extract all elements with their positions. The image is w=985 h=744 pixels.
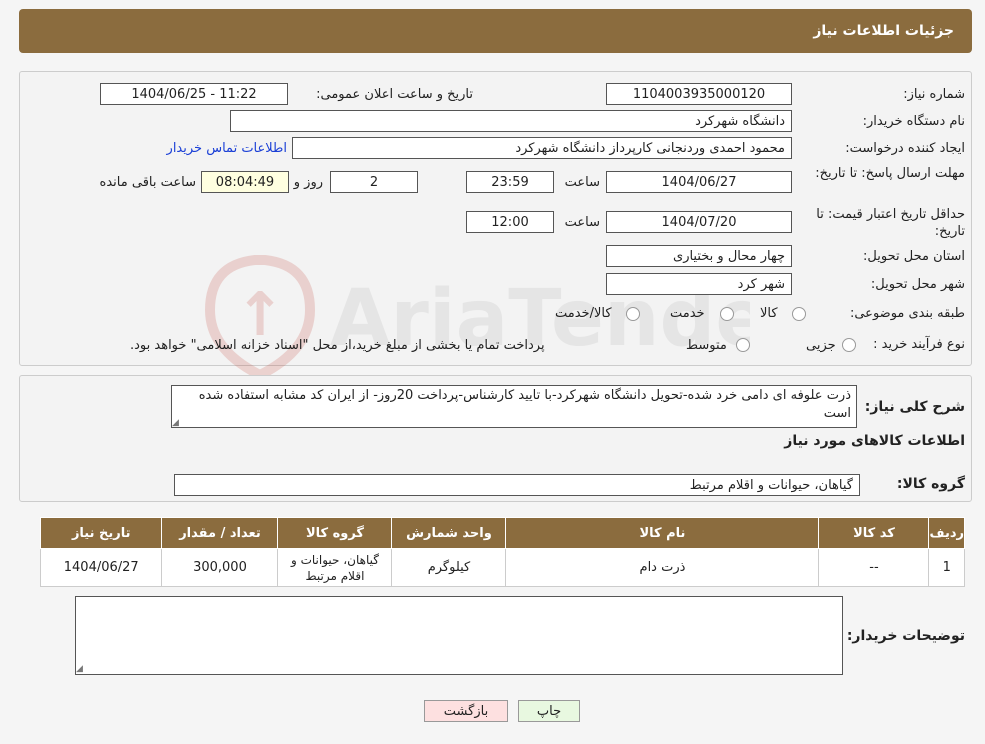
process-option-minor: جزیی [806,338,836,353]
buyer-notes-field[interactable] [75,596,843,675]
announce-date-field: 1404/06/25 - 11:22 [100,83,288,105]
category-label: طبقه بندی موضوعی: [849,306,965,321]
province-field: چهار محال و بختیاری [606,245,792,267]
buyer-notes-label: توضیحات خریدار: [846,628,965,644]
quantity-cell: 300,000 [161,548,279,587]
category-option-goods-service: کالا/خدمت [555,306,612,321]
announce-date-label: تاریخ و ساعت اعلان عمومی: [316,87,473,102]
remaining-time-label: ساعت باقی مانده [99,175,196,190]
category-option-service: خدمت [670,306,705,321]
process-radio-minor[interactable] [842,338,856,352]
print-button[interactable]: چاپ [518,700,580,722]
description-text[interactable]: ذرت علوفه ای دامی خرد شده-تحویل دانشگاه … [171,385,857,428]
column-header: گروه کالا [277,517,393,549]
buyer-org-field: دانشگاه شهرکرد [230,110,792,132]
need-number-field: 1104003935000120 [606,83,792,105]
process-option-medium: متوسط [686,338,727,353]
process-radio-medium[interactable] [736,338,750,352]
creator-field: محمود احمدی وردنجانی کارپرداز دانشگاه شه… [292,137,792,159]
resize-handle-icon[interactable]: ◢ [76,664,83,674]
category-radio-service[interactable] [720,307,734,321]
city-label: شهر محل تحویل: [870,277,965,292]
goods-table-header: ردیف کد کالا نام کالا واحد شمارش گروه کا… [39,517,965,549]
back-button[interactable]: بازگشت [424,700,508,722]
days-label: روز و [293,175,323,190]
column-header: واحد شمارش [391,517,507,549]
days-remaining-field: 2 [330,171,418,193]
validity-label: حداقل تاریخ اعتبار قیمت: تا تاریخ: [816,207,965,239]
item-code-cell: -- [818,548,930,587]
process-note: پرداخت تمام یا بخشی از مبلغ خرید،از محل … [130,338,545,353]
province-label: استان محل تحویل: [863,249,965,264]
page-title: جزئیات اطلاعات نیاز [813,23,954,39]
deadline-time-label: ساعت [564,175,600,190]
resize-handle-icon[interactable]: ◢ [172,418,179,428]
goods-section-title: اطلاعات کالاهای مورد نیاز [784,433,965,449]
unit-cell: کیلوگرم [391,548,507,587]
category-radio-goods-service[interactable] [626,307,640,321]
page-header: جزئیات اطلاعات نیاز [19,9,972,53]
goods-table: ردیف کد کالا نام کالا واحد شمارش گروه کا… [39,517,965,587]
column-header: تعداد / مقدار [161,517,279,549]
goods-group-field: گیاهان، حیوانات و اقلام مرتبط [174,474,860,496]
column-header: کد کالا [818,517,930,549]
column-header: نام کالا [505,517,820,549]
deadline-time-field: 23:59 [466,171,554,193]
item-group-cell: گیاهان، حیوانات و اقلام مرتبط [277,548,393,587]
need-date-cell: 1404/06/27 [39,548,163,587]
remaining-time-field: 08:04:49 [201,171,289,193]
category-radio-goods[interactable] [792,307,806,321]
item-name-cell: ذرت دام [505,548,820,587]
table-row: 1 -- ذرت دام کیلوگرم گیاهان، حیوانات و ا… [39,548,965,587]
need-number-label: شماره نیاز: [903,87,965,102]
validity-time-label: ساعت [564,215,600,230]
buyer-contact-link[interactable]: اطلاعات تماس خریدار [167,141,287,156]
category-option-goods: کالا [760,306,778,321]
validity-time-field: 12:00 [466,211,554,233]
goods-group-label: گروه کالا: [896,476,965,492]
description-label: شرح کلی نیاز: [864,399,965,415]
creator-label: ایجاد کننده درخواست: [845,141,965,156]
buyer-org-label: نام دستگاه خریدار: [862,114,965,129]
column-header: تاریخ نیاز [39,517,163,549]
city-field: شهر کرد [606,273,792,295]
process-type-label: نوع فرآیند خرید : [873,337,965,352]
validity-date-field: 1404/07/20 [606,211,792,233]
deadline-label: مهلت ارسال پاسخ: تا تاریخ: [815,166,965,181]
column-header: ردیف [928,517,965,549]
row-index-cell: 1 [928,548,965,587]
deadline-date-field: 1404/06/27 [606,171,792,193]
